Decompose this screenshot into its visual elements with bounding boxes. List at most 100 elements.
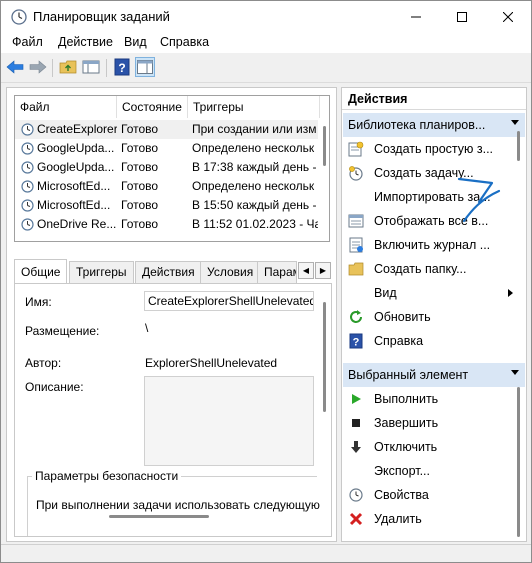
show-action-pane-icon[interactable] xyxy=(135,57,155,77)
action-enable-log[interactable]: Включить журнал ... xyxy=(343,233,525,257)
task-clock-icon xyxy=(21,180,34,196)
task-list-scrollbar[interactable] xyxy=(320,118,329,241)
tab-settings[interactable]: Парам xyxy=(257,261,297,283)
action-disable[interactable]: Отключить xyxy=(343,435,525,459)
task-name: GoogleUpda... xyxy=(37,160,115,174)
title-bar: Планировщик заданий xyxy=(1,1,531,32)
task-name: MicrosoftEd... xyxy=(37,198,111,212)
window-title: Планировщик заданий xyxy=(33,9,170,24)
action-label: Справка xyxy=(374,334,424,348)
submenu-arrow-icon xyxy=(508,289,513,297)
task-details-panel: Имя: CreateExplorerShellUnelevatedT Разм… xyxy=(14,283,332,537)
scrollbar-thumb[interactable] xyxy=(323,302,326,412)
task-name: OneDrive Re... xyxy=(37,217,117,231)
selected-item-section-header[interactable]: Выбранный элемент xyxy=(343,363,525,387)
help-icon: ? xyxy=(348,333,364,349)
tab-conditions[interactable]: Условия xyxy=(200,261,261,283)
details-scrollbar[interactable] xyxy=(321,290,329,530)
column-header-file[interactable]: Файл xyxy=(15,96,117,118)
task-scheduler-window: Планировщик заданий Файл Действие Вид Сп… xyxy=(0,0,532,563)
action-label: Создать простую з... xyxy=(374,142,494,156)
table-row[interactable]: MicrosoftEd... Готово В 15:50 каждый ден… xyxy=(15,196,318,215)
tab-scroll-left-icon[interactable]: ◀ xyxy=(298,262,314,279)
task-trigger: Определено нескольк xyxy=(192,141,315,155)
location-value: \ xyxy=(145,321,149,335)
name-field[interactable]: CreateExplorerShellUnelevatedT xyxy=(144,291,314,311)
action-label: Отображать все в... xyxy=(374,214,489,228)
action-view[interactable]: Вид xyxy=(343,281,525,305)
action-refresh[interactable]: Обновить xyxy=(343,305,525,329)
status-bar xyxy=(1,544,531,562)
action-create-task[interactable]: Создать задачу... xyxy=(343,161,525,185)
create-basic-task-icon xyxy=(348,141,364,157)
selected-item-section-label: Выбранный элемент xyxy=(348,368,469,382)
task-trigger: Определено нескольк xyxy=(192,179,315,193)
security-options-group: Параметры безопасности При выполнении за… xyxy=(27,469,320,536)
column-header-triggers[interactable]: Триггеры xyxy=(188,96,320,118)
collapse-arrow-icon[interactable] xyxy=(511,120,519,125)
table-row[interactable]: CreateExplorer Готово При создании или и… xyxy=(15,120,318,139)
collapse-arrow-icon[interactable] xyxy=(511,370,519,375)
action-label: Свойства xyxy=(374,488,429,502)
action-label: Импортировать за... xyxy=(374,190,491,204)
tab-general[interactable]: Общие xyxy=(14,259,68,283)
import-icon xyxy=(348,189,364,205)
menu-view[interactable]: Вид xyxy=(124,35,147,49)
action-properties[interactable]: Свойства xyxy=(343,483,525,507)
actions-scrollbar-thumb[interactable] xyxy=(517,387,520,537)
scrollbar-thumb[interactable] xyxy=(323,126,326,166)
actions-header: Действия xyxy=(342,88,526,110)
tab-triggers[interactable]: Триггеры xyxy=(69,261,134,283)
maximize-button[interactable] xyxy=(439,1,485,32)
table-row[interactable]: GoogleUpda... Готово Определено нескольк xyxy=(15,139,318,158)
tab-scroll-right-icon[interactable]: ▶ xyxy=(315,262,331,279)
actions-pane: Действия Библиотека планиров... Создать … xyxy=(341,87,527,542)
action-label: Выполнить xyxy=(374,392,439,406)
delete-icon xyxy=(348,511,364,527)
task-name: MicrosoftEd... xyxy=(37,179,111,193)
show-hide-tree-icon[interactable] xyxy=(81,57,101,77)
action-delete[interactable]: Удалить xyxy=(343,507,525,531)
name-label: Имя: xyxy=(25,295,52,309)
task-trigger: В 15:50 каждый день - xyxy=(192,198,317,212)
menu-file[interactable]: Файл xyxy=(12,35,43,49)
table-row[interactable]: OneDrive Re... Готово В 11:52 01.02.2023… xyxy=(15,215,318,234)
svg-text:?: ? xyxy=(118,61,125,75)
back-arrow-icon[interactable] xyxy=(5,57,25,77)
tab-actions[interactable]: Действия xyxy=(135,261,202,283)
task-clock-icon xyxy=(21,123,34,139)
description-field[interactable] xyxy=(144,376,314,466)
menu-action[interactable]: Действие xyxy=(58,35,113,49)
close-button[interactable] xyxy=(485,1,531,32)
clock-icon xyxy=(11,9,27,25)
column-header-status[interactable]: Состояние xyxy=(117,96,188,118)
center-pane: Файл Состояние Триггеры CreateExplorer Г… xyxy=(6,87,337,542)
action-create-basic-task[interactable]: Создать простую з... xyxy=(343,137,525,161)
table-row[interactable]: MicrosoftEd... Готово Определено несколь… xyxy=(15,177,318,196)
task-name: GoogleUpda... xyxy=(37,141,115,155)
library-section-header[interactable]: Библиотека планиров... xyxy=(343,113,525,137)
forward-arrow-icon[interactable] xyxy=(28,57,48,77)
action-new-folder[interactable]: Создать папку... xyxy=(343,257,525,281)
action-help[interactable]: ? Справка xyxy=(343,329,525,353)
menu-help[interactable]: Справка xyxy=(160,35,209,49)
table-row[interactable]: GoogleUpda... Готово В 17:38 каждый день… xyxy=(15,158,318,177)
task-list: Файл Состояние Триггеры CreateExplorer Г… xyxy=(14,95,330,242)
enable-log-icon xyxy=(348,237,364,253)
create-task-icon xyxy=(348,165,364,181)
tab-strip: Общие Триггеры Действия Условия Парам ◀ … xyxy=(14,259,332,283)
menu-bar: Файл Действие Вид Справка xyxy=(1,32,531,53)
action-run[interactable]: Выполнить xyxy=(343,387,525,411)
refresh-icon xyxy=(348,309,364,325)
action-display-running[interactable]: Отображать все в... xyxy=(343,209,525,233)
folder-up-icon[interactable] xyxy=(58,57,78,77)
display-running-icon xyxy=(348,213,364,229)
security-options-title: Параметры безопасности xyxy=(32,469,182,483)
help-icon[interactable]: ? xyxy=(112,57,132,77)
action-end[interactable]: Завершить xyxy=(343,411,525,435)
details-horizontal-scrollbar[interactable] xyxy=(109,515,209,518)
minimize-button[interactable] xyxy=(393,1,439,32)
action-import-task[interactable]: Импортировать за... xyxy=(343,185,525,209)
action-export[interactable]: Экспорт... xyxy=(343,459,525,483)
actions-scrollbar-thumb[interactable] xyxy=(517,131,520,161)
